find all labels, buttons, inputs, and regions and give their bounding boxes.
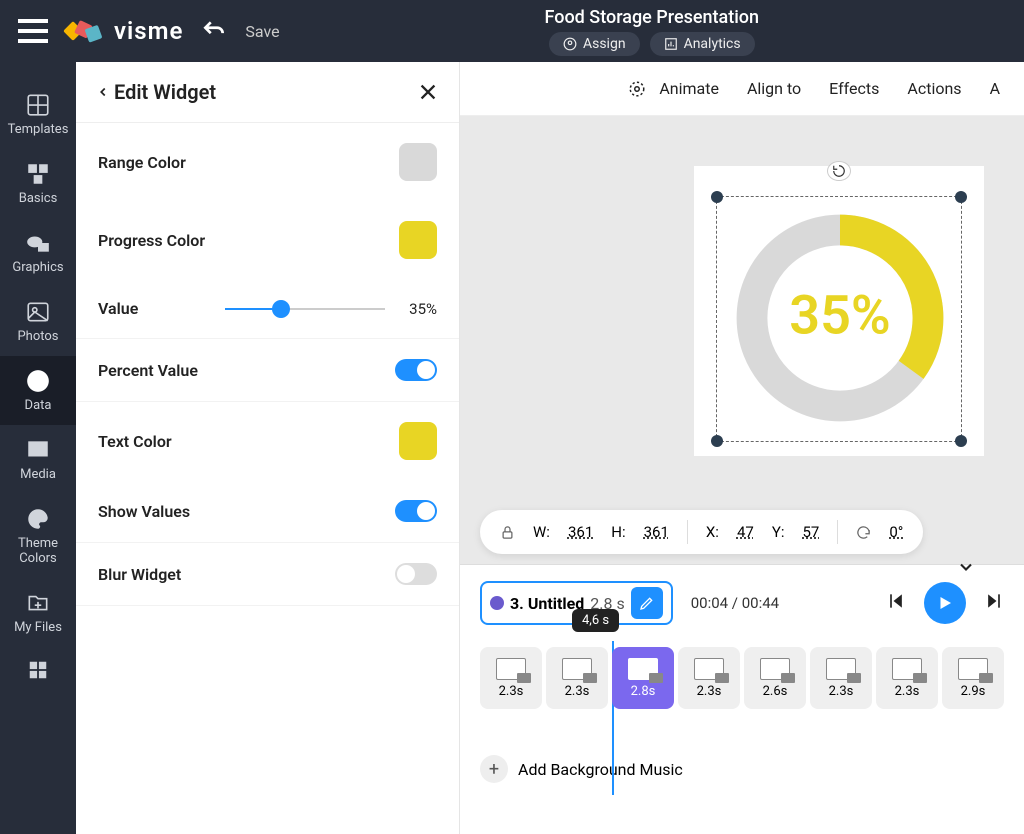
timeline-track[interactable]: 4,6 s 2.3s 2.3s 2.8s 2.3s 2.6s 2.3s 2.3s… [460, 641, 1024, 715]
resize-handle-tl[interactable] [711, 191, 723, 203]
left-sidebar: Templates Basics Graphics Photos Data Me… [0, 62, 76, 834]
add-music-label: Add Background Music [518, 760, 683, 779]
x-value[interactable]: 47 [737, 523, 754, 541]
selection-box[interactable] [716, 196, 962, 442]
timeline-item[interactable]: 2.3s [678, 647, 740, 709]
percent-value-label: Percent Value [98, 361, 198, 380]
sidebar-item-apps[interactable] [0, 647, 76, 693]
show-values-label: Show Values [98, 502, 190, 521]
y-label: Y: [772, 523, 785, 541]
progress-color-swatch[interactable] [399, 221, 437, 259]
align-button[interactable]: Align to [747, 79, 801, 98]
blur-widget-label: Blur Widget [98, 565, 181, 584]
text-color-label: Text Color [98, 432, 172, 451]
next-button[interactable] [984, 591, 1004, 615]
value-slider[interactable] [225, 308, 385, 310]
rotate-icon[interactable] [856, 525, 871, 540]
canvas-toolbar: Animate Align to Effects Actions A [460, 62, 1024, 116]
lock-icon[interactable] [500, 525, 515, 540]
x-label: X: [706, 523, 719, 541]
panel-title: Edit Widget [114, 80, 216, 104]
canvas[interactable]: 35% W:361 H:361 X:47 Y:57 0° [460, 116, 1024, 566]
rotate-handle[interactable] [827, 161, 851, 181]
slide-color-dot [490, 596, 504, 610]
w-label: W: [533, 523, 550, 541]
timeline-item[interactable]: 2.3s [480, 647, 542, 709]
more-button[interactable]: A [990, 79, 1000, 98]
actions-button[interactable]: Actions [907, 79, 961, 98]
analytics-button[interactable]: Analytics [650, 32, 755, 56]
timeline-item[interactable]: 2.3s [546, 647, 608, 709]
sidebar-item-media[interactable]: Media [0, 425, 76, 494]
sidebar-item-basics[interactable]: Basics [0, 149, 76, 218]
range-color-label: Range Color [98, 153, 186, 172]
range-color-swatch[interactable] [399, 143, 437, 181]
close-icon[interactable] [417, 81, 439, 103]
resize-handle-br[interactable] [955, 435, 967, 447]
undo-icon[interactable] [201, 18, 227, 44]
timeline-item[interactable]: 2.3s [810, 647, 872, 709]
edit-slide-icon[interactable] [631, 587, 663, 619]
text-color-swatch[interactable] [399, 422, 437, 460]
sidebar-item-photos[interactable]: Photos [0, 287, 76, 356]
y-value[interactable]: 57 [802, 523, 819, 541]
h-value[interactable]: 361 [644, 523, 669, 541]
sidebar-item-data[interactable]: Data [0, 356, 76, 425]
header-center: Food Storage Presentation Assign Analyti… [298, 7, 1006, 56]
show-values-toggle[interactable] [395, 500, 437, 522]
collapse-icon[interactable] [956, 557, 976, 581]
resize-handle-bl[interactable] [711, 435, 723, 447]
assign-button[interactable]: Assign [549, 32, 640, 56]
timeline-item[interactable]: 2.9s [942, 647, 1004, 709]
effects-button[interactable]: Effects [829, 79, 879, 98]
edit-widget-panel: Edit Widget Range Color Progress Color V… [76, 62, 460, 834]
timeline-panel: 3. Untitled 2.8 s 00:04 / 00:44 4,6 s 2.… [460, 564, 1024, 834]
dimensions-bar: W: 361 H: 361 X: 47 Y: 57 0° [480, 510, 923, 554]
play-button[interactable] [924, 582, 966, 624]
panel-back-button[interactable]: Edit Widget [96, 80, 216, 104]
plus-icon: + [480, 755, 508, 783]
brand-logo[interactable]: visme [66, 17, 183, 45]
add-music-button[interactable]: + Add Background Music [480, 755, 1004, 783]
playhead-tooltip: 4,6 s [572, 609, 619, 632]
animate-icon[interactable] [628, 80, 646, 98]
animate-button[interactable]: Animate [659, 79, 719, 98]
project-title[interactable]: Food Storage Presentation [298, 7, 1006, 28]
h-label: H: [611, 523, 625, 541]
blur-widget-toggle[interactable] [395, 563, 437, 585]
brand-name: visme [114, 17, 183, 45]
value-label: Value [98, 299, 138, 318]
sidebar-item-templates[interactable]: Templates [0, 80, 76, 149]
top-header: visme Save Food Storage Presentation Ass… [0, 0, 1024, 62]
sidebar-item-theme-colors[interactable]: Theme Colors [0, 494, 76, 578]
w-value[interactable]: 361 [568, 523, 593, 541]
sidebar-item-graphics[interactable]: Graphics [0, 218, 76, 287]
time-display: 00:04 / 00:44 [691, 594, 779, 612]
sidebar-item-my-files[interactable]: My Files [0, 578, 76, 647]
menu-icon[interactable] [18, 19, 48, 43]
timeline-item[interactable]: 2.3s [876, 647, 938, 709]
timeline-item[interactable]: 2.6s [744, 647, 806, 709]
rotation-value[interactable]: 0° [889, 523, 903, 541]
progress-color-label: Progress Color [98, 231, 205, 250]
value-readout: 35% [399, 300, 437, 318]
save-button[interactable]: Save [245, 22, 279, 41]
prev-button[interactable] [886, 591, 906, 615]
percent-value-toggle[interactable] [395, 359, 437, 381]
resize-handle-tr[interactable] [955, 191, 967, 203]
timeline-item-active[interactable]: 2.8s [612, 647, 674, 709]
